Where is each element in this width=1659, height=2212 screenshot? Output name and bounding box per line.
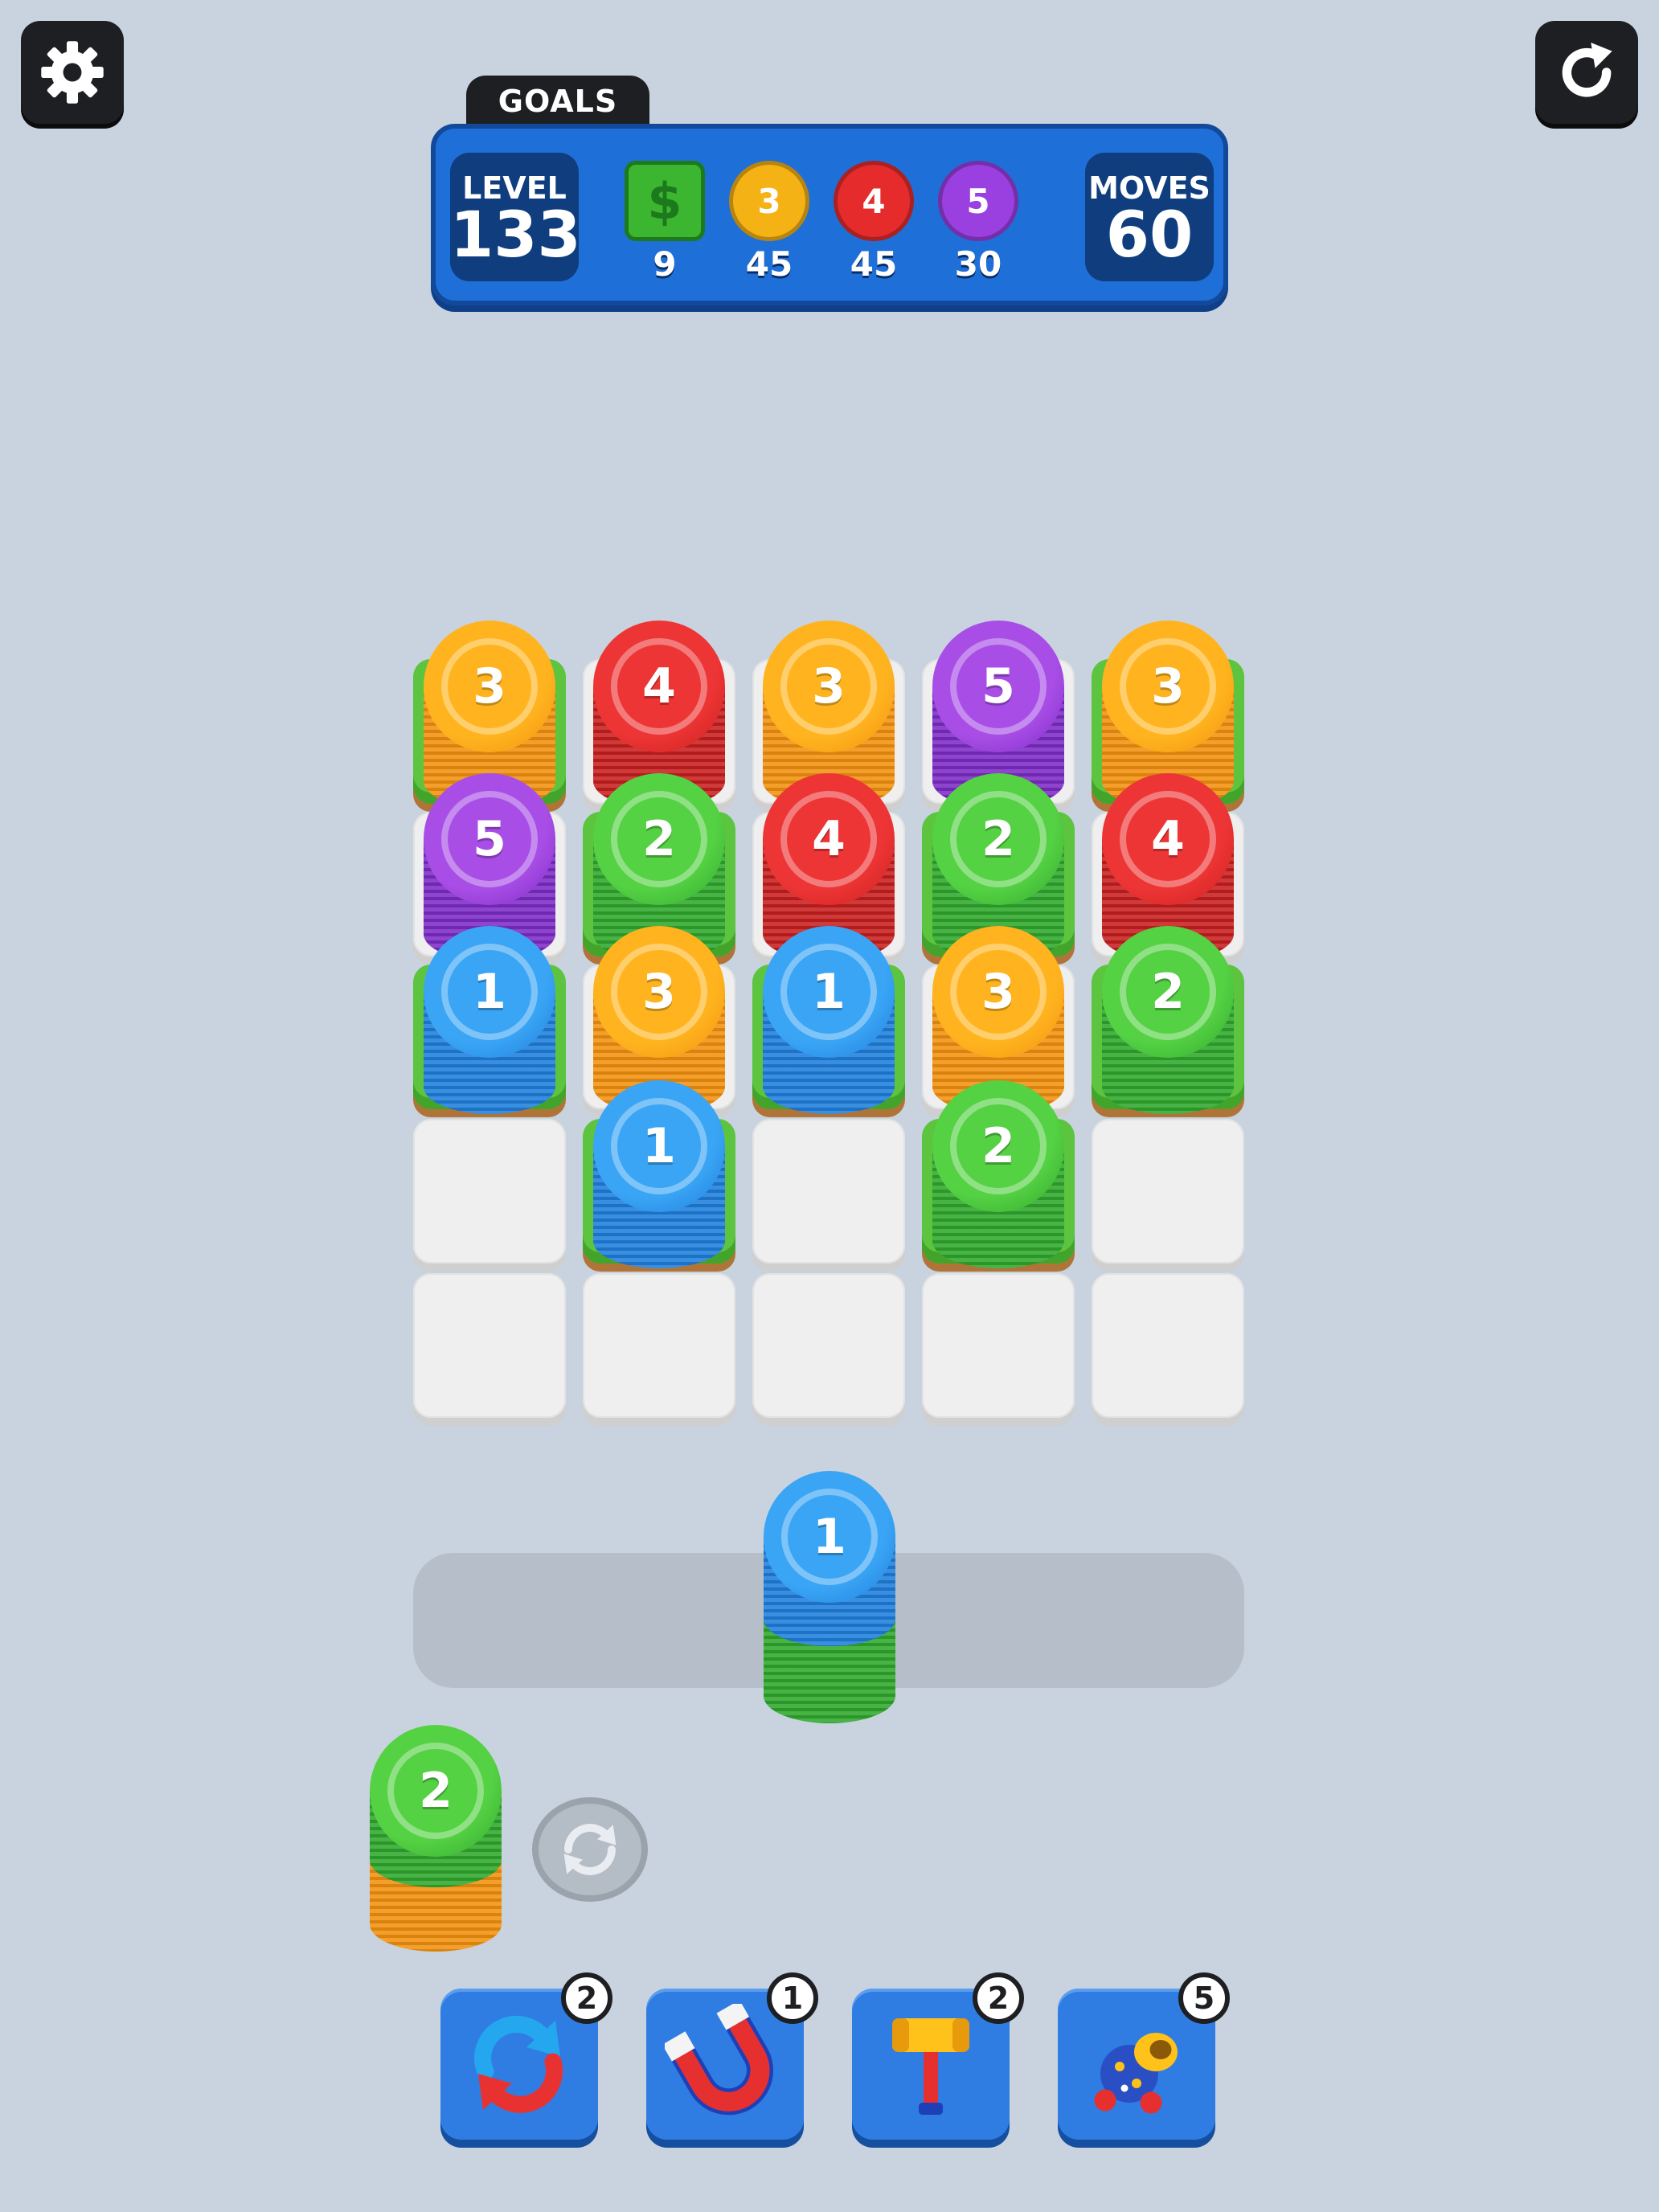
stack-top: 1 [424, 926, 555, 1058]
restart-icon [1562, 43, 1612, 97]
stack-top: 2 [1102, 926, 1234, 1058]
stack-top: 3 [424, 621, 555, 752]
stack-number: 2 [1120, 944, 1216, 1040]
coin-5-symbol: 5 [966, 181, 990, 221]
coin-4-icon: 4 [834, 161, 914, 241]
stack-top: 5 [932, 621, 1064, 752]
goal-count: 45 [745, 244, 793, 284]
moves-box: MOVES 60 [1085, 153, 1214, 281]
stack-number: 4 [611, 638, 707, 735]
stack-top: 4 [593, 621, 725, 752]
refresh-icon [563, 1824, 616, 1875]
coin-stack-2[interactable]: 2 [1102, 926, 1234, 1148]
empty-tile[interactable] [1092, 1273, 1244, 1418]
coin-4-symbol: 4 [862, 181, 886, 221]
goal-money: $ 9 [621, 161, 709, 284]
booster-count-badge: 2 [561, 1972, 612, 2024]
cannon-icon [1094, 2033, 1178, 2114]
stack-top: 4 [1102, 773, 1234, 905]
coin-3-symbol: 3 [757, 181, 781, 221]
magnet-icon [665, 2004, 773, 2116]
stack-number: 3 [611, 944, 707, 1040]
magnet-booster-button[interactable]: 1 [646, 1972, 818, 2140]
money-symbol: $ [647, 171, 682, 231]
moves-value: 60 [1105, 199, 1194, 272]
stack-number: 3 [780, 638, 877, 735]
level-box: LEVEL 133 [450, 153, 581, 281]
coin-stack-1[interactable]: 1 [424, 926, 555, 1148]
stack-number: 1 [780, 944, 877, 1040]
level-value: 133 [450, 199, 581, 272]
stack-top: 3 [593, 926, 725, 1058]
coin-stack-1[interactable]: 1 [593, 1080, 725, 1302]
booster-count-badge: 2 [973, 1972, 1024, 2024]
stack-top: 2 [932, 773, 1064, 905]
stack-top: 1 [593, 1080, 725, 1212]
stack-top: 3 [932, 926, 1064, 1058]
stack-number: 4 [780, 791, 877, 887]
stack-top: 2 [370, 1725, 502, 1857]
coin-stack-1[interactable]: 1 [763, 926, 895, 1148]
stack-top: 2 [593, 773, 725, 905]
stack-number: 1 [611, 1098, 707, 1194]
gear-icon [41, 41, 104, 104]
hammer-booster-button[interactable]: 2 [852, 1972, 1024, 2140]
stack-top: 2 [932, 1080, 1064, 1212]
stack-number: 1 [441, 944, 538, 1040]
swap-arrows-icon [474, 2016, 563, 2113]
stack-number: 2 [950, 791, 1047, 887]
hammer-icon [892, 2018, 969, 2115]
coin-stack-2[interactable]: 2 [370, 1725, 502, 1985]
refresh-stack-button[interactable] [532, 1797, 648, 1902]
goal-count: 45 [850, 244, 898, 284]
stack-number: 2 [387, 1743, 484, 1839]
stack-top: 3 [763, 621, 895, 752]
stack-number: 4 [1120, 791, 1216, 887]
settings-button[interactable] [21, 21, 124, 124]
stack-number: 5 [441, 791, 538, 887]
stack-top: 1 [764, 1471, 895, 1603]
goals-panel: LEVEL 133 $ 9 3 45 4 45 5 30 MOVES 60 [431, 124, 1228, 305]
coin-stack-1[interactable]: 1 [764, 1471, 895, 1757]
goal-coin-3: 3 45 [725, 161, 813, 284]
empty-tile[interactable] [413, 1273, 566, 1418]
stack-number: 5 [950, 638, 1047, 735]
stack-number: 2 [950, 1098, 1047, 1194]
coin-stack-2[interactable]: 2 [932, 1080, 1064, 1302]
cannon-booster-button[interactable]: 5 [1058, 1972, 1230, 2140]
money-icon: $ [625, 161, 705, 241]
goal-coin-4: 4 45 [830, 161, 918, 284]
booster-count-badge: 5 [1178, 1972, 1230, 2024]
stack-number: 3 [441, 638, 538, 735]
goal-coin-5: 5 30 [934, 161, 1022, 284]
restart-button[interactable] [1535, 21, 1638, 124]
booster-count-badge: 1 [767, 1972, 818, 2024]
stack-number: 1 [781, 1489, 878, 1585]
stack-number: 3 [950, 944, 1047, 1040]
stack-number: 3 [1120, 638, 1216, 735]
stack-top: 3 [1102, 621, 1234, 752]
stack-top: 5 [424, 773, 555, 905]
stack-number: 2 [611, 791, 707, 887]
coin-3-icon: 3 [729, 161, 809, 241]
coin-5-icon: 5 [938, 161, 1018, 241]
goal-count: 9 [653, 244, 677, 284]
goal-count: 30 [954, 244, 1002, 284]
stack-top: 1 [763, 926, 895, 1058]
empty-tile[interactable] [752, 1273, 905, 1418]
stack-top: 4 [763, 773, 895, 905]
swap-booster-button[interactable]: 2 [440, 1972, 612, 2140]
